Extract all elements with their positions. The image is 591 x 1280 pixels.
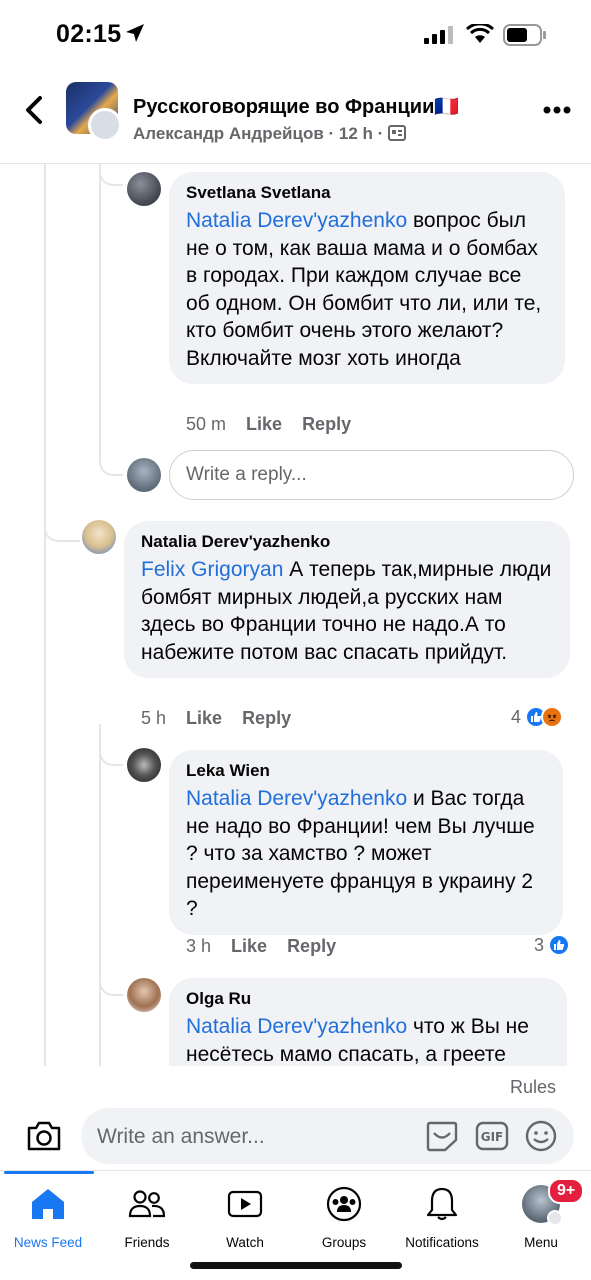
post-author-and-time[interactable]: Александр Андрейцов · 12 h · xyxy=(133,124,383,143)
avatar[interactable] xyxy=(82,520,116,554)
group-title[interactable]: Русскоговорящие во Франции🇫🇷 xyxy=(133,94,459,119)
bell-icon xyxy=(426,1187,458,1221)
battery-icon xyxy=(503,24,546,46)
reaction-count: 3 xyxy=(534,934,545,955)
reply-button[interactable]: Reply xyxy=(287,936,336,956)
thread-connector xyxy=(99,434,123,476)
status-time: 02:15 xyxy=(56,20,122,48)
home-indicator xyxy=(190,1262,402,1269)
gif-icon[interactable]: GIF xyxy=(475,1120,509,1152)
tab-friends[interactable]: Friends xyxy=(97,1185,197,1250)
tab-notifications[interactable]: Notifications xyxy=(392,1185,492,1250)
thread-connector xyxy=(99,954,123,996)
more-options-icon[interactable] xyxy=(543,106,571,114)
comment-time: 50 m xyxy=(186,414,227,434)
reply-button[interactable]: Reply xyxy=(242,708,291,728)
location-arrow-icon xyxy=(126,24,144,42)
tab-groups[interactable]: Groups xyxy=(294,1185,394,1250)
mention-link[interactable]: Felix Grigoryan xyxy=(141,558,283,581)
comment-text: Natalia Derev'yazhenko вопрос был не о т… xyxy=(186,209,542,370)
comment-text: Felix Grigoryan А теперь так,мирные люди… xyxy=(141,558,552,664)
thread-connector xyxy=(44,464,80,542)
comment-actions: 5 h Like Reply xyxy=(141,708,311,729)
comment-author[interactable]: Olga Ru xyxy=(186,988,551,1010)
tab-watch[interactable]: Watch xyxy=(195,1185,295,1250)
answer-input[interactable]: Write an answer... GIF xyxy=(81,1108,574,1164)
comment-text: Natalia Derev'yazhenko и Вас тогда не на… xyxy=(186,787,535,920)
sticker-icon[interactable] xyxy=(425,1120,459,1152)
comment-author[interactable]: Svetlana Svetlana xyxy=(186,182,549,204)
tab-label: Notifications xyxy=(405,1235,479,1250)
reply-button[interactable]: Reply xyxy=(302,414,351,434)
comment-bubble: Natalia Derev'yazhenko Felix Grigoryan А… xyxy=(124,521,570,678)
comment-bubble: Leka Wien Natalia Derev'yazhenko и Вас т… xyxy=(169,750,563,935)
comment-bubble: Olga Ru Natalia Derev'yazhenko что ж Вы … xyxy=(169,978,567,1066)
reaction-summary[interactable]: 3 xyxy=(534,934,571,956)
active-tab-indicator xyxy=(4,1171,94,1174)
thread-connector xyxy=(99,724,123,766)
thread-connector xyxy=(99,164,123,186)
my-avatar xyxy=(127,458,161,492)
cellular-signal-icon xyxy=(424,26,453,44)
emoji-icon[interactable] xyxy=(525,1120,557,1152)
comment-author[interactable]: Leka Wien xyxy=(186,760,547,782)
wifi-icon xyxy=(466,24,494,43)
tab-label: Watch xyxy=(226,1235,264,1250)
comment-text: Natalia Derev'yazhenko что ж Вы не несёт… xyxy=(186,1015,529,1066)
comment-bubble: Svetlana Svetlana Natalia Derev'yazhenko… xyxy=(169,172,565,384)
comments-thread: Svetlana Svetlana Natalia Derev'yazhenko… xyxy=(0,164,591,1066)
friends-icon xyxy=(128,1190,166,1218)
tab-label: Friends xyxy=(124,1235,170,1250)
thread-line xyxy=(44,164,46,1066)
comment-time: 5 h xyxy=(141,708,167,728)
like-button[interactable]: Like xyxy=(186,708,222,728)
like-button[interactable]: Like xyxy=(231,936,267,956)
mention-link[interactable]: Natalia Derev'yazhenko xyxy=(186,209,407,232)
like-reaction-icon xyxy=(548,934,571,956)
group-privacy-icon xyxy=(388,125,407,141)
group-avatar[interactable] xyxy=(66,82,122,142)
thread-line xyxy=(99,724,101,1066)
thread-line xyxy=(99,164,101,464)
author-avatar xyxy=(88,108,122,142)
comment-actions: 50 m Like Reply xyxy=(186,414,371,435)
home-icon xyxy=(32,1189,64,1219)
tab-label: Groups xyxy=(321,1235,367,1250)
comment-author[interactable]: Natalia Derev'yazhenko xyxy=(141,531,554,553)
avatar[interactable] xyxy=(127,748,161,782)
post-header: Русскоговорящие во Франции🇫🇷 Александр А… xyxy=(0,72,591,164)
rules-link[interactable]: Rules xyxy=(510,1077,556,1098)
reaction-summary[interactable]: 4 xyxy=(511,706,564,728)
back-arrow-icon[interactable] xyxy=(20,94,48,126)
camera-icon[interactable] xyxy=(26,1120,62,1152)
watch-icon xyxy=(227,1190,263,1218)
mention-link[interactable]: Natalia Derev'yazhenko xyxy=(186,787,407,810)
mention-link[interactable]: Natalia Derev'yazhenko xyxy=(186,1015,407,1038)
svg-text:GIF: GIF xyxy=(481,1130,504,1144)
tab-label: Menu xyxy=(524,1235,558,1250)
comment-composer: Write an answer... GIF xyxy=(0,1108,591,1166)
comment-actions: 3 h Like Reply xyxy=(186,936,356,957)
reply-input[interactable]: Write a reply... xyxy=(169,450,574,500)
reaction-count: 4 xyxy=(511,706,522,727)
answer-placeholder: Write an answer... xyxy=(97,1125,265,1148)
menu-notification-badge: 9+ xyxy=(548,1178,585,1204)
tab-label: News Feed xyxy=(13,1235,83,1250)
comment-time: 3 h xyxy=(186,936,212,956)
avatar[interactable] xyxy=(127,978,161,1012)
avatar[interactable] xyxy=(127,172,161,206)
groups-icon xyxy=(326,1186,362,1222)
like-button[interactable]: Like xyxy=(246,414,282,434)
status-bar: 02:15 xyxy=(0,0,591,70)
tab-news-feed[interactable]: News Feed xyxy=(0,1185,98,1250)
angry-reaction-icon xyxy=(541,706,564,728)
post-meta: Александр Андрейцов · 12 h · xyxy=(133,124,407,144)
